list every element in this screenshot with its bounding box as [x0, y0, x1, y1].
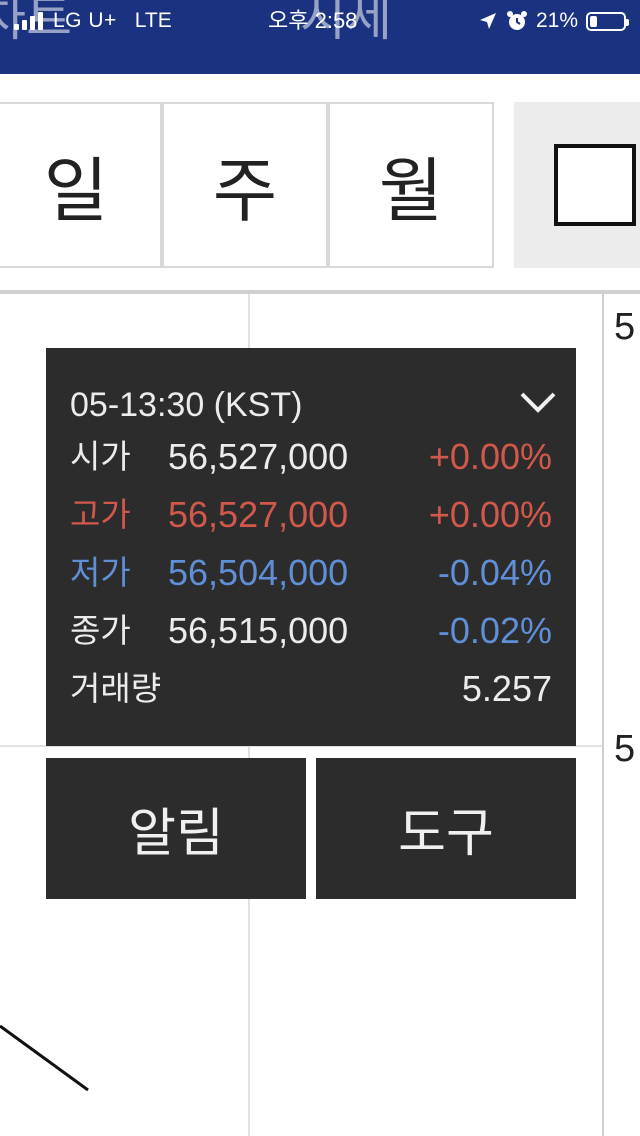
row-label: 저가 — [70, 553, 131, 592]
status-time: 오후 2:58 — [268, 8, 358, 33]
status-bar: 차트 시세 LG U+ LTE 오후 2:58 21% — [0, 0, 640, 74]
row-value: 56,527,000 — [168, 436, 349, 477]
row-change: +0.00% — [428, 436, 552, 477]
row-change: 5.257 — [461, 668, 552, 709]
row-value: 56,504,000 — [168, 552, 349, 593]
status-right: 21% — [478, 6, 629, 36]
tooltip-row-low: 저가 56,504,000 -0.04% — [70, 544, 552, 602]
ohlc-tooltip: 05-13:30 (KST) 시가 56,527,000 +0.00% 고가 5… — [46, 348, 576, 746]
tooltip-row-close: 종가 56,515,000 -0.02% — [70, 602, 552, 660]
tab-month[interactable]: 월 — [328, 102, 494, 268]
row-label: 종가 — [70, 611, 131, 650]
tools-button[interactable]: 도구 — [316, 758, 576, 899]
row-label: 고가 — [70, 495, 131, 534]
chevron-down-icon[interactable] — [518, 388, 558, 416]
alarm-clock-icon — [506, 11, 527, 30]
carrier-label: LG U+ — [53, 9, 117, 32]
row-value: 56,515,000 — [168, 610, 349, 651]
signal-icon — [14, 12, 43, 30]
row-value: 56,527,000 — [168, 494, 349, 535]
tooltip-row-high: 고가 56,527,000 +0.00% — [70, 486, 552, 544]
network-label: LTE — [134, 9, 172, 32]
location-arrow-icon — [479, 13, 496, 29]
tab-day[interactable]: 일 — [0, 102, 162, 268]
tooltip-row-open: 시가 56,527,000 +0.00% — [70, 428, 552, 486]
battery-icon — [586, 11, 629, 31]
row-change: +0.00% — [428, 494, 552, 535]
row-label: 거래량 — [70, 669, 162, 708]
tab-week[interactable]: 주 — [162, 102, 328, 268]
period-tabs: 일 주 월 — [0, 74, 640, 296]
alarm-button[interactable]: 알림 — [46, 758, 306, 899]
status-left: LG U+ LTE — [14, 6, 172, 36]
battery-percent: 21% — [535, 9, 578, 32]
square-icon — [554, 144, 636, 226]
row-label: 시가 — [70, 437, 131, 476]
tooltip-row-volume: 거래량 5.257 — [70, 660, 552, 718]
tooltip-time: 05-13:30 (KST) — [70, 386, 303, 424]
row-change: -0.02% — [437, 610, 552, 651]
chart-type-toggle[interactable] — [514, 102, 640, 268]
row-change: -0.04% — [437, 552, 552, 593]
battery-fill — [590, 15, 597, 27]
